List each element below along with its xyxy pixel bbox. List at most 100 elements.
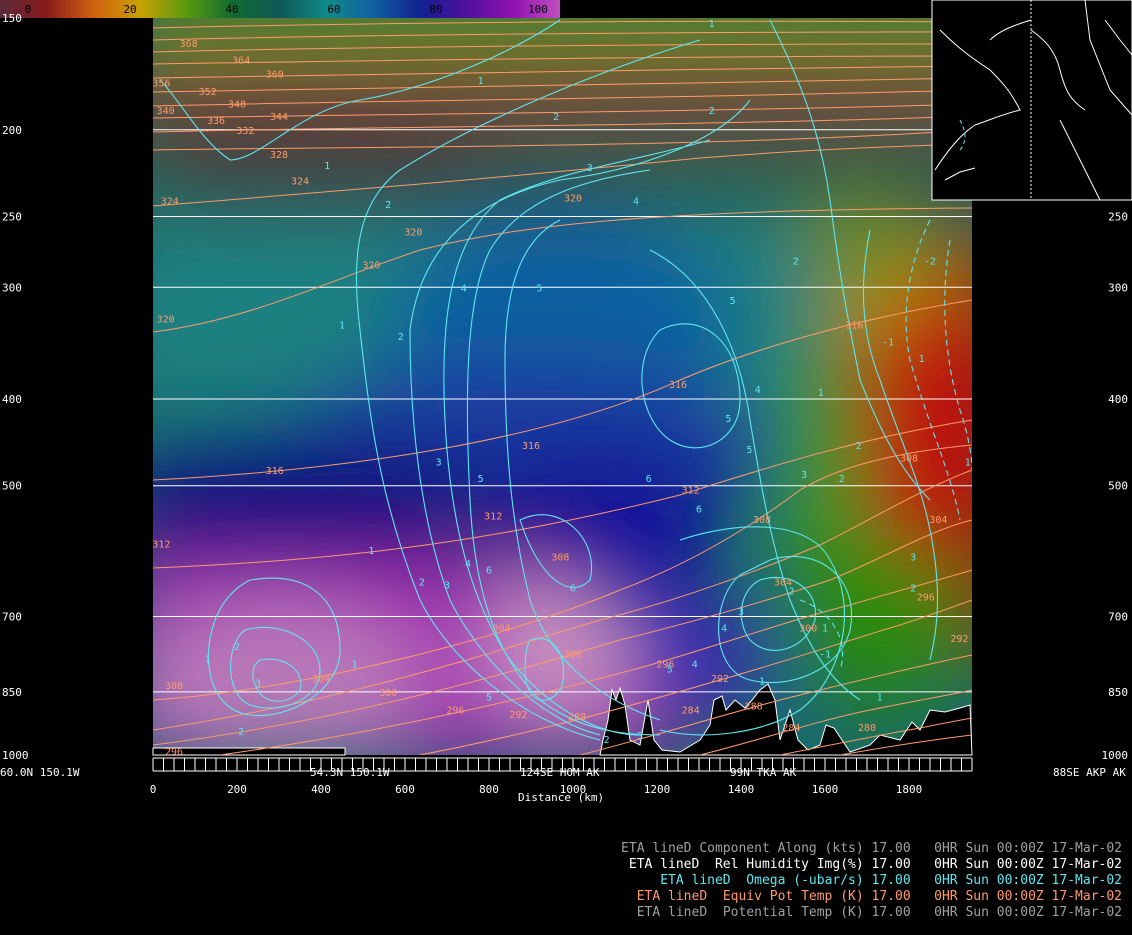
pressure-label: 400 bbox=[2, 393, 22, 406]
omega-contour-label: 3 bbox=[738, 607, 744, 618]
omega-contour-label: 1 bbox=[919, 354, 925, 365]
colorbar-label: 0 bbox=[25, 3, 32, 16]
pressure-label: 200 bbox=[2, 124, 22, 137]
theta-contour-label: 296 bbox=[165, 747, 183, 758]
pressure-labels-left: 150 200 250 300 400 500 700 850 1000 bbox=[2, 12, 29, 762]
theta-contour-label: 304 bbox=[929, 515, 947, 526]
distance-tick-label: 1600 bbox=[812, 783, 839, 796]
omega-contour-label: 1 bbox=[368, 546, 374, 557]
theta-contour-label: 348 bbox=[228, 100, 246, 111]
omega-contour-label: 2 bbox=[793, 256, 799, 267]
omega-contour-label: 2 bbox=[419, 578, 425, 589]
theta-contour-label: 288 bbox=[568, 712, 586, 723]
theta-contour-label: 332 bbox=[236, 126, 254, 137]
omega-contour-label: 2 bbox=[234, 642, 240, 653]
theta-contour-label: 320 bbox=[157, 314, 175, 325]
omega-contour-label: 5 bbox=[536, 283, 542, 294]
omega-contour-label: 4 bbox=[465, 559, 471, 570]
station-right: 88SE AKP AK bbox=[1053, 766, 1126, 779]
pressure-label: 700 bbox=[1108, 610, 1128, 623]
distance-tick-label: 800 bbox=[479, 783, 499, 796]
theta-contour-label: 300 bbox=[564, 649, 582, 660]
legend-field: Potential Temp (K) bbox=[722, 905, 864, 920]
omega-contour-label: 5 bbox=[746, 445, 752, 456]
theta-contour-label: 316 bbox=[266, 466, 284, 477]
colorbar-label: 20 bbox=[123, 3, 136, 16]
omega-contour-label: 6 bbox=[570, 584, 576, 595]
legend-level: 17.00 bbox=[871, 905, 911, 920]
distance-tick-label: 200 bbox=[227, 783, 247, 796]
distance-tick-label: 1800 bbox=[896, 783, 923, 796]
omega-contour-label: 2 bbox=[398, 332, 404, 343]
pressure-label: 850 bbox=[1108, 686, 1128, 699]
omega-contour-label: 3 bbox=[801, 470, 807, 481]
omega-contour-label: 2 bbox=[788, 587, 794, 598]
theta-contour-label: 312 bbox=[484, 512, 502, 523]
distance-tick-label: 1200 bbox=[644, 783, 671, 796]
pressure-label: 1000 bbox=[1102, 749, 1129, 762]
omega-contour-label: 5 bbox=[725, 414, 731, 425]
pressure-label: 500 bbox=[2, 480, 22, 493]
legend-model: ETA lineD bbox=[636, 905, 708, 920]
station-left: 60.0N 150.1W bbox=[0, 766, 80, 779]
omega-contour-label: 4 bbox=[692, 659, 698, 670]
cross-section-chart: 3683643603563523483443403363323283243243… bbox=[0, 0, 1132, 804]
omega-contour-label: 1 bbox=[818, 388, 824, 399]
omega-contour-label: 2 bbox=[856, 441, 862, 452]
theta-contour-label: 308 bbox=[753, 515, 771, 526]
pressure-labels-right: 2002503004005007008501000 bbox=[1102, 124, 1129, 762]
theta-contour-label: 284 bbox=[682, 706, 700, 717]
distance-tick-label: 1400 bbox=[728, 783, 755, 796]
omega-contour-label: 1 bbox=[205, 654, 211, 665]
omega-contour-label: 1 bbox=[822, 623, 828, 634]
theta-contour-label: 296 bbox=[446, 706, 464, 717]
omega-contour-label: 1 bbox=[478, 76, 484, 87]
omega-contour-label: 5 bbox=[486, 692, 492, 703]
theta-contour-label: 284 bbox=[782, 723, 800, 734]
omega-contour-label: 5 bbox=[730, 296, 736, 307]
theta-contour-label: 320 bbox=[564, 193, 582, 204]
theta-contour-label: 308 bbox=[551, 553, 569, 564]
theta-contour-label: 308 bbox=[900, 454, 918, 465]
omega-contour-label: 4 bbox=[461, 283, 467, 294]
omega-contour-label: 2 bbox=[839, 474, 845, 485]
theta-contour-label: 344 bbox=[270, 112, 288, 123]
omega-contour-label: 2 bbox=[910, 584, 916, 595]
omega-contour-label: 3 bbox=[444, 581, 450, 592]
theta-contour-label: 368 bbox=[180, 39, 198, 50]
colorbar-label: 100 bbox=[528, 3, 548, 16]
omega-contour-label: 1 bbox=[352, 659, 358, 670]
theta-contour-label: 292 bbox=[950, 634, 968, 645]
omega-contour-label: 2 bbox=[709, 106, 715, 117]
pressure-label: 150 bbox=[2, 12, 22, 25]
omega-contour-label: 1 bbox=[709, 19, 715, 30]
station-s3: 99N TKA AK bbox=[730, 766, 797, 779]
legend-line-pot-temp: ETA lineD Potential Temp (K) 17.00 0HR S… bbox=[605, 890, 1122, 935]
theta-contour-label: 324 bbox=[161, 197, 179, 208]
omega-contour-label: 1 bbox=[324, 161, 330, 172]
theta-contour-label: 296 bbox=[917, 593, 935, 604]
station-s2: 124SE HOM AK bbox=[520, 766, 600, 779]
pressure-label: 500 bbox=[1108, 480, 1128, 493]
legend-time: 0HR Sun 00:00Z 17-Mar-02 bbox=[934, 905, 1122, 920]
theta-contour-label: 312 bbox=[152, 539, 170, 550]
omega-contour-label: -1 bbox=[819, 649, 831, 660]
pressure-label: 300 bbox=[1108, 281, 1128, 294]
omega-contour-label: 1 bbox=[339, 320, 345, 331]
omega-contour-label: 4 bbox=[755, 385, 761, 396]
theta-contour-label: 324 bbox=[291, 177, 309, 188]
omega-contour-label: 6 bbox=[696, 504, 702, 515]
omega-contour-label: -1 bbox=[882, 338, 894, 349]
omega-contour-label: 6 bbox=[486, 565, 492, 576]
theta-contour-label: 336 bbox=[207, 116, 225, 127]
omega-contour-label: 3 bbox=[587, 163, 593, 174]
theta-contour-label: 288 bbox=[745, 701, 763, 712]
omega-contour-label: 2 bbox=[238, 727, 244, 738]
colorbar-gradient bbox=[0, 0, 560, 18]
omega-contour-label: 4 bbox=[721, 623, 727, 634]
omega-contour-label: 3 bbox=[436, 458, 442, 469]
pressure-label: 250 bbox=[2, 210, 22, 223]
omega-contour-label: -2 bbox=[924, 256, 936, 267]
colorbar-label: 60 bbox=[327, 3, 340, 16]
omega-contour-label: 1 bbox=[965, 458, 971, 469]
